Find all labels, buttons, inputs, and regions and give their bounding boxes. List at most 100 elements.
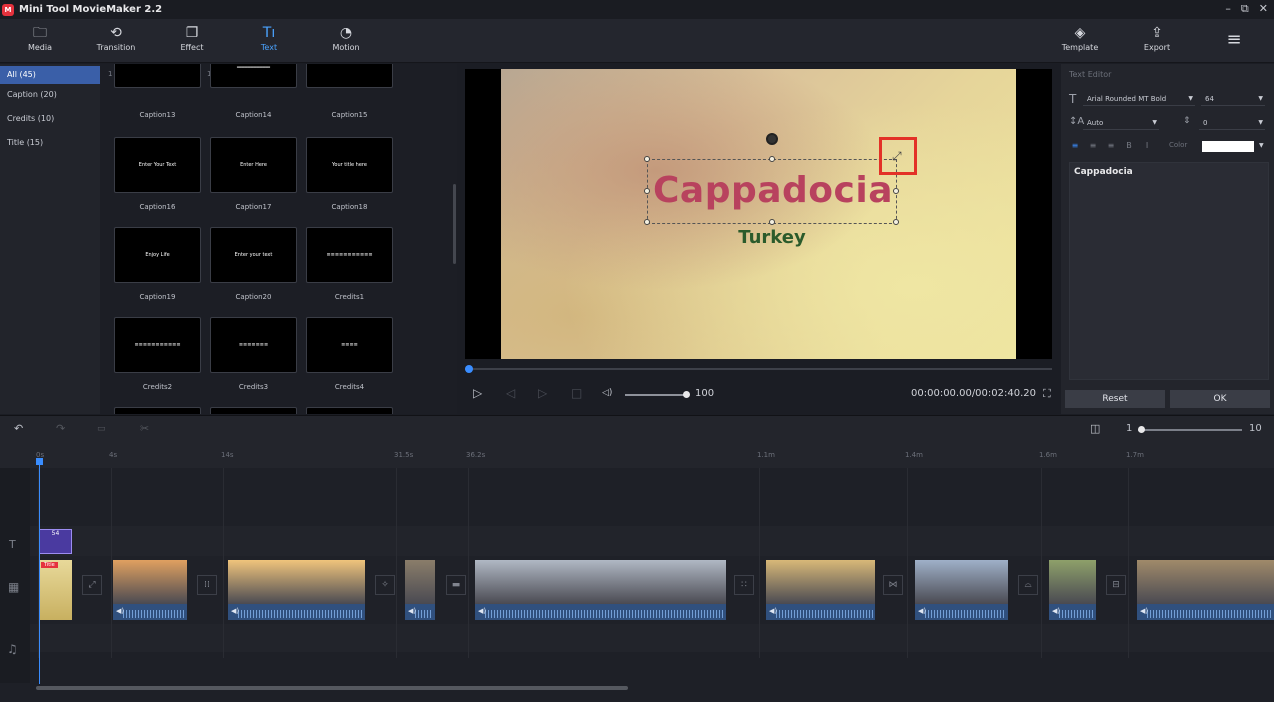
video-clip[interactable]: ◀) xyxy=(1049,560,1096,620)
rotate-handle[interactable] xyxy=(766,133,778,145)
menu-button[interactable]: ≡ xyxy=(1206,29,1262,50)
video-clip[interactable]: ◀) xyxy=(475,560,726,620)
delete-icon[interactable]: ▭ xyxy=(97,424,106,434)
volume-slider[interactable] xyxy=(625,391,690,398)
chevron-down-icon[interactable]: ▼ xyxy=(1259,142,1264,149)
video-clip[interactable]: ◀) xyxy=(228,560,365,620)
reset-button[interactable]: Reset xyxy=(1065,390,1165,408)
color-swatch[interactable] xyxy=(1202,141,1254,152)
split-icon[interactable]: ✂ xyxy=(140,422,149,435)
caption-thumbnail[interactable]: Enter Here xyxy=(210,137,297,193)
video-clip[interactable]: ◀) xyxy=(1137,560,1274,620)
transition-slot[interactable]: ⊟ xyxy=(1106,575,1126,595)
italic-icon[interactable]: I xyxy=(1141,140,1153,152)
undo-icon[interactable]: ↶ xyxy=(14,422,23,435)
caption-thumbnail[interactable]: ≡≡≡≡≡≡≡≡≡≡≡ xyxy=(114,317,201,373)
ok-button[interactable]: OK xyxy=(1170,390,1270,408)
transition-slot[interactable]: ⋈ xyxy=(883,575,903,595)
bold-icon[interactable]: B xyxy=(1123,140,1135,152)
transition-button[interactable]: ⟲ Transition xyxy=(88,25,144,52)
prev-frame-icon[interactable]: ◁ xyxy=(506,386,515,400)
text-button[interactable]: Tı Text xyxy=(241,25,297,52)
caption-thumbnail[interactable] xyxy=(306,407,393,414)
ruler-gridline xyxy=(38,468,39,658)
caption-thumbnail[interactable]: Your title here xyxy=(306,137,393,193)
volume-knob[interactable] xyxy=(683,391,690,398)
transition-slot[interactable]: ⤢ xyxy=(82,575,102,595)
video-clip[interactable]: ◀) xyxy=(113,560,187,620)
align-left-icon[interactable]: ≡ xyxy=(1069,140,1081,152)
category-all[interactable]: All (45) xyxy=(0,66,100,84)
align-right-icon[interactable]: ≡ xyxy=(1105,140,1117,152)
motion-button[interactable]: ◔ Motion xyxy=(318,25,374,52)
timeline-zoom-slider[interactable] xyxy=(1138,426,1242,433)
text-bounding-box[interactable]: Cappadocia xyxy=(644,156,899,225)
caption-thumbnail[interactable]: ═══════════ xyxy=(210,64,297,88)
caption-thumbnail[interactable]: Enjoy Life xyxy=(114,227,201,283)
video-clip[interactable]: ◀) xyxy=(766,560,875,620)
template-button[interactable]: ◈ Template xyxy=(1052,25,1108,52)
caption-thumbnail[interactable]: Enter Your Text xyxy=(114,137,201,193)
caption-main-text[interactable]: Cappadocia xyxy=(648,170,898,211)
caption-thumbnail[interactable]: ≡≡≡≡ xyxy=(306,317,393,373)
playhead-handle[interactable] xyxy=(36,458,43,465)
playback-progress[interactable] xyxy=(465,365,1052,373)
fullscreen-icon[interactable]: ⛶ xyxy=(1043,387,1051,401)
resize-handle[interactable] xyxy=(893,188,899,194)
restore-button[interactable]: ⧉ xyxy=(1241,2,1249,16)
volume-icon[interactable]: ◁) xyxy=(602,388,612,398)
transition-slot[interactable]: ∷ xyxy=(734,575,754,595)
stop-icon[interactable]: □ xyxy=(571,386,582,400)
category-credits[interactable]: Credits (10) xyxy=(0,108,100,132)
caption-thumbnail[interactable]: ≡≡≡≡≡≡≡ xyxy=(210,317,297,373)
waveform-bars xyxy=(1059,610,1094,618)
resize-handle[interactable] xyxy=(644,219,650,225)
close-button[interactable]: ✕ xyxy=(1259,2,1268,16)
caption-thumbnail[interactable]: ≡≡≡≡≡≡≡≡≡≡≡ xyxy=(306,227,393,283)
video-clip[interactable]: ◀) xyxy=(915,560,1008,620)
preview-frame[interactable]: Cappadocia ⤢ Turkey xyxy=(501,69,1016,359)
video-clip[interactable]: Title xyxy=(39,560,72,620)
text-clip[interactable]: 54 xyxy=(39,529,72,554)
zoom-knob[interactable] xyxy=(1138,426,1145,433)
resize-handle[interactable] xyxy=(644,156,650,162)
play-icon[interactable]: ▷ xyxy=(473,386,482,400)
transition-slot[interactable]: ▬ xyxy=(446,575,466,595)
minimize-button[interactable]: – xyxy=(1225,2,1231,16)
playhead[interactable] xyxy=(36,458,43,684)
time-ruler[interactable]: 0s 4s 14s 31.5s 36.2s 1.1m 1.4m 1.6m 1.7m xyxy=(0,442,1274,468)
grid-scrollbar[interactable] xyxy=(453,184,456,264)
audio-waveform xyxy=(1137,604,1274,620)
resize-handle[interactable] xyxy=(644,188,650,194)
caption-thumbnail[interactable] xyxy=(306,64,393,88)
fit-timeline-icon[interactable]: ◫ xyxy=(1090,422,1100,435)
progress-knob[interactable] xyxy=(465,365,473,373)
timeline-scrollbar[interactable] xyxy=(36,686,628,690)
caption-thumbnail[interactable] xyxy=(114,407,201,414)
export-button[interactable]: ⇪ Export xyxy=(1129,25,1185,52)
transition-slot[interactable]: ⌓ xyxy=(1018,575,1038,595)
next-frame-icon[interactable]: ▷ xyxy=(538,386,547,400)
video-clip[interactable]: ◀) xyxy=(405,560,435,620)
caption-thumbnail[interactable]: Enter your text xyxy=(210,227,297,283)
line-height-select[interactable]: 0 ▼ xyxy=(1199,116,1265,130)
font-select[interactable]: Arial Rounded MT Bold ▼ xyxy=(1083,92,1195,106)
caption-thumbnail[interactable] xyxy=(210,407,297,414)
text-content-input[interactable]: Cappadocia xyxy=(1069,162,1269,380)
caption-thumbnail[interactable] xyxy=(114,64,201,88)
effect-button[interactable]: ❐ Effect xyxy=(164,25,220,52)
caption-sub-text[interactable]: Turkey xyxy=(647,227,897,248)
scale-handle-highlight[interactable]: ⤢ xyxy=(879,137,917,175)
category-caption[interactable]: Caption (20) xyxy=(0,84,100,108)
media-button[interactable]: 🗀 Media xyxy=(12,25,68,52)
font-size-select[interactable]: 64 ▼ xyxy=(1201,92,1265,106)
resize-handle[interactable] xyxy=(769,156,775,162)
spacing-select[interactable]: Auto ▼ xyxy=(1083,116,1159,130)
redo-icon[interactable]: ↷ xyxy=(56,422,65,435)
resize-handle[interactable] xyxy=(769,219,775,225)
category-title[interactable]: Title (15) xyxy=(0,132,100,156)
align-center-icon[interactable]: ≡ xyxy=(1087,140,1099,152)
transition-slot[interactable]: ✧ xyxy=(375,575,395,595)
transition-slot[interactable]: ⁞⁞ xyxy=(197,575,217,595)
resize-handle[interactable] xyxy=(893,219,899,225)
